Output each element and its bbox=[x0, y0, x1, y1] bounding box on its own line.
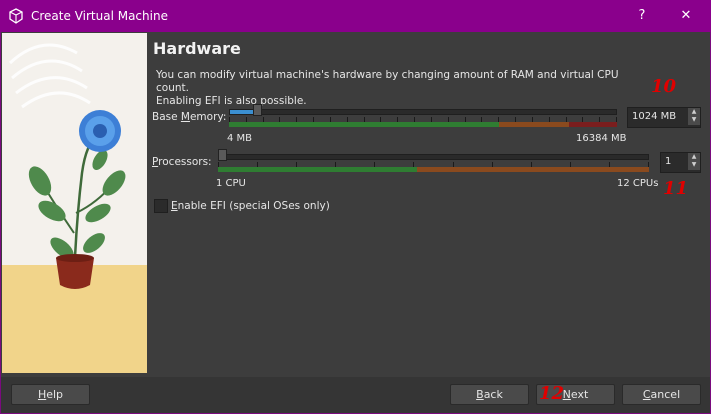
processors-min-label: 1 CPU bbox=[216, 178, 246, 189]
window-title: Create Virtual Machine bbox=[31, 9, 168, 23]
enable-efi-label-accesskey: E bbox=[171, 200, 178, 212]
title-bar: Create Virtual Machine ? ✕ bbox=[0, 0, 711, 32]
close-window-button[interactable]: ✕ bbox=[663, 0, 709, 32]
description-line-1: You can modify virtual machine's hardwar… bbox=[156, 69, 619, 94]
processors-input[interactable] bbox=[661, 153, 688, 170]
base-memory-label-pre: Base bbox=[152, 111, 181, 123]
help-title-button[interactable]: ? bbox=[619, 0, 665, 32]
processors-slider-handle[interactable] bbox=[218, 149, 227, 161]
processors-slider[interactable] bbox=[214, 149, 653, 177]
plant-illustration bbox=[2, 33, 147, 373]
base-memory-slider-track[interactable] bbox=[229, 109, 617, 115]
cancel-button[interactable]: Cancel bbox=[622, 384, 701, 405]
annotation-marker-12: 12 bbox=[539, 383, 565, 404]
back-button-label: ack bbox=[483, 388, 503, 401]
processors-max-label: 12 CPUs bbox=[617, 178, 659, 189]
base-memory-slider-fill bbox=[230, 110, 254, 114]
page-description: You can modify virtual machine's hardwar… bbox=[156, 69, 626, 108]
spin-down-icon[interactable]: ▼ bbox=[688, 116, 700, 124]
spin-up-icon[interactable]: ▲ bbox=[688, 108, 700, 116]
annotation-marker-11: 11 bbox=[663, 178, 689, 199]
help-button[interactable]: Help bbox=[11, 384, 90, 405]
memory-min-label: 4 MB bbox=[227, 133, 253, 144]
help-button-accesskey: H bbox=[37, 388, 47, 401]
base-memory-input[interactable] bbox=[628, 108, 688, 125]
processors-label-post: rocessors: bbox=[158, 156, 212, 168]
virtualbox-app-icon bbox=[9, 8, 23, 24]
dialog-body: Hardware You can modify virtual machine'… bbox=[1, 32, 710, 413]
base-memory-label: Base Memory: bbox=[152, 111, 226, 123]
next-button-label: ext bbox=[570, 388, 589, 401]
memory-max-label: 16384 MB bbox=[576, 133, 627, 144]
processors-range-warning bbox=[417, 167, 649, 172]
memory-range-safe bbox=[229, 122, 499, 127]
base-memory-spinbox[interactable]: ▲ ▼ bbox=[627, 107, 701, 128]
processors-slider-track[interactable] bbox=[218, 154, 649, 160]
processors-label: Processors: bbox=[152, 156, 212, 168]
enable-efi-checkbox[interactable] bbox=[154, 199, 168, 213]
memory-range-danger bbox=[569, 122, 617, 127]
back-button-accesskey: B bbox=[476, 388, 484, 401]
annotation-marker-10: 10 bbox=[651, 76, 677, 97]
cancel-button-label: ancel bbox=[650, 388, 681, 401]
spin-up-icon[interactable]: ▲ bbox=[688, 153, 700, 161]
cancel-button-accesskey: C bbox=[642, 388, 651, 401]
base-memory-spin-arrows[interactable]: ▲ ▼ bbox=[688, 108, 700, 125]
help-button-label: elp bbox=[46, 388, 64, 401]
processors-range-safe bbox=[218, 167, 417, 172]
base-memory-label-post: emory: bbox=[189, 111, 227, 123]
base-memory-slider-handle[interactable] bbox=[253, 104, 262, 116]
base-memory-slider[interactable] bbox=[225, 104, 621, 132]
processors-spinbox[interactable]: ▲ ▼ bbox=[660, 152, 701, 173]
hardware-page: Hardware You can modify virtual machine'… bbox=[151, 32, 706, 377]
back-button[interactable]: Back bbox=[450, 384, 529, 405]
enable-efi-label[interactable]: Enable EFI (special OSes only) bbox=[171, 200, 330, 212]
memory-range-warning bbox=[499, 122, 569, 127]
processors-spin-arrows[interactable]: ▲ ▼ bbox=[688, 153, 700, 170]
enable-efi-label-post: nable EFI (special OSes only) bbox=[177, 200, 330, 212]
page-heading: Hardware bbox=[153, 39, 241, 58]
spin-down-icon[interactable]: ▼ bbox=[688, 161, 700, 169]
base-memory-label-accesskey: M bbox=[180, 111, 190, 123]
dialog-button-bar: Help Back Next Cancel 12 bbox=[1, 377, 710, 413]
